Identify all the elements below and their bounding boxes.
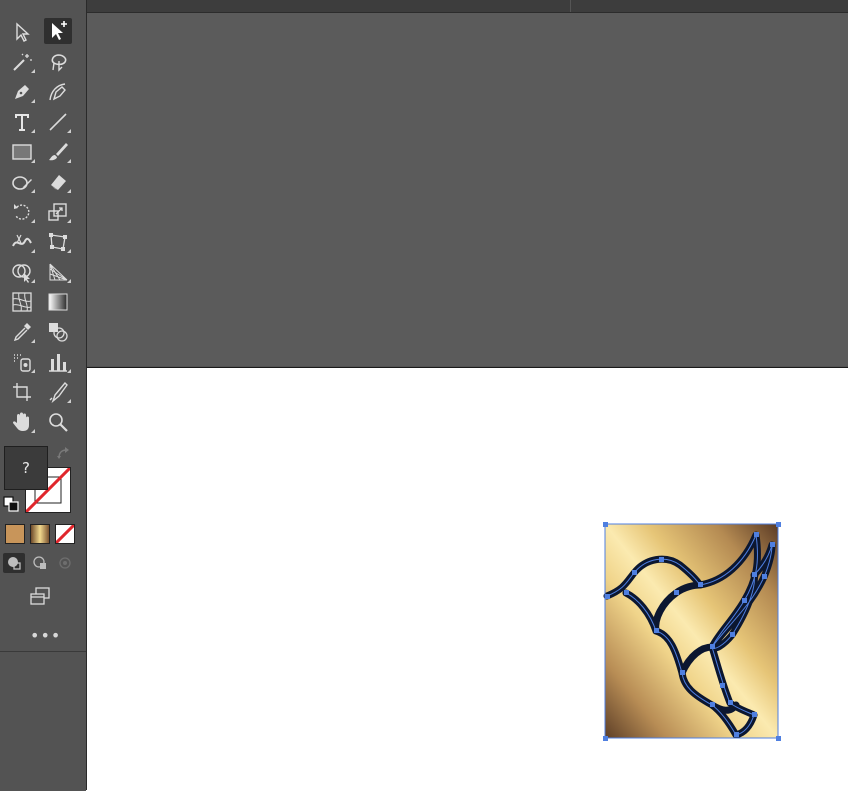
type-tool-icon <box>15 114 29 131</box>
draw-inside-button[interactable] <box>54 553 76 573</box>
direct-selection-tool[interactable] <box>44 18 72 44</box>
artboard-tool[interactable] <box>8 379 36 405</box>
perspective-grid-tool-icon <box>49 263 68 281</box>
rectangle-tool[interactable] <box>8 139 36 165</box>
symbol-sprayer-tool-icon <box>14 354 31 372</box>
edit-toolbar-button[interactable]: ••• <box>30 626 61 645</box>
hand-tool-icon <box>13 412 29 431</box>
symbol-sprayer-tool[interactable] <box>8 349 36 375</box>
eraser-tool-icon <box>51 175 66 190</box>
curvature-tool-icon <box>49 83 66 101</box>
blend-tool-icon <box>49 323 68 342</box>
slice-tool-icon <box>49 381 68 403</box>
pasteboard[interactable] <box>86 13 848 366</box>
selected-artwork[interactable] <box>603 522 781 741</box>
pen-tool-icon <box>15 85 29 99</box>
shaper-tool[interactable] <box>8 169 36 195</box>
eraser-tool[interactable] <box>44 169 72 195</box>
lasso-tool-icon <box>51 54 67 72</box>
swap-fill-stroke-icon[interactable] <box>56 446 72 462</box>
artboard[interactable] <box>86 367 848 791</box>
pen-tool[interactable] <box>8 79 36 105</box>
selection-tool[interactable] <box>8 19 36 45</box>
artboard-tool-icon <box>13 383 31 401</box>
draw-inside-icon <box>59 557 71 569</box>
none-mode-button[interactable] <box>55 524 75 544</box>
change-screen-mode-button[interactable] <box>26 583 54 609</box>
gradient-tool-icon <box>48 293 68 311</box>
zoom-tool[interactable] <box>44 409 72 435</box>
eyedropper-tool[interactable] <box>8 319 36 345</box>
fill-swatch-label: ? <box>22 459 30 477</box>
screen-mode-icon <box>30 587 50 605</box>
zoom-tool-icon <box>49 413 68 432</box>
blend-tool[interactable] <box>44 319 72 345</box>
paintbrush-tool-icon <box>49 143 68 161</box>
rotate-tool-icon <box>14 204 30 220</box>
toolbar-bottom-divider <box>0 651 86 652</box>
default-fill-stroke-icon[interactable] <box>3 496 19 512</box>
line-segment-tool[interactable] <box>44 109 72 135</box>
tools-panel: ? ••• <box>0 0 87 790</box>
magic-wand-tool-icon <box>13 53 32 71</box>
draw-behind-icon <box>33 556 46 569</box>
shaper-tool-icon <box>12 176 32 190</box>
shape-builder-tool[interactable] <box>8 259 36 285</box>
free-transform-tool[interactable] <box>44 229 72 255</box>
selection-tool-icon <box>16 22 30 42</box>
column-graph-tool-icon <box>49 354 67 372</box>
width-tool-icon <box>12 234 32 247</box>
lasso-tool[interactable] <box>44 49 72 75</box>
hand-tool[interactable] <box>8 409 36 435</box>
width-tool[interactable] <box>8 229 36 255</box>
scale-tool[interactable] <box>44 199 72 225</box>
shape-builder-tool-icon <box>12 264 31 283</box>
color-mode-button[interactable] <box>5 524 25 544</box>
line-segment-tool-icon <box>49 113 67 131</box>
none-icon <box>56 525 74 543</box>
fill-swatch[interactable]: ? <box>4 446 48 490</box>
slice-tool[interactable] <box>44 379 72 405</box>
gradient-tool[interactable] <box>44 289 72 315</box>
mesh-tool[interactable] <box>8 289 36 315</box>
document-tab-bar <box>86 0 848 13</box>
direct-selection-tool-icon <box>52 21 67 40</box>
draw-behind-button[interactable] <box>29 553 51 573</box>
type-tool[interactable] <box>8 109 36 135</box>
draw-normal-icon <box>8 557 21 570</box>
paintbrush-tool[interactable] <box>44 139 72 165</box>
eyedropper-tool-icon <box>13 323 31 342</box>
column-graph-tool[interactable] <box>44 349 72 375</box>
perspective-grid-tool[interactable] <box>44 259 72 285</box>
free-transform-tool-icon <box>49 233 67 251</box>
gradient-mode-button[interactable] <box>30 524 50 544</box>
mesh-tool-icon <box>12 292 32 312</box>
rectangle-tool-icon <box>12 144 32 160</box>
tab-divider <box>570 0 571 12</box>
draw-normal-button[interactable] <box>3 553 25 573</box>
curvature-tool[interactable] <box>44 79 72 105</box>
rotate-tool[interactable] <box>8 199 36 225</box>
scale-tool-icon <box>48 203 67 221</box>
magic-wand-tool[interactable] <box>8 49 36 75</box>
gradient-background <box>605 524 778 738</box>
